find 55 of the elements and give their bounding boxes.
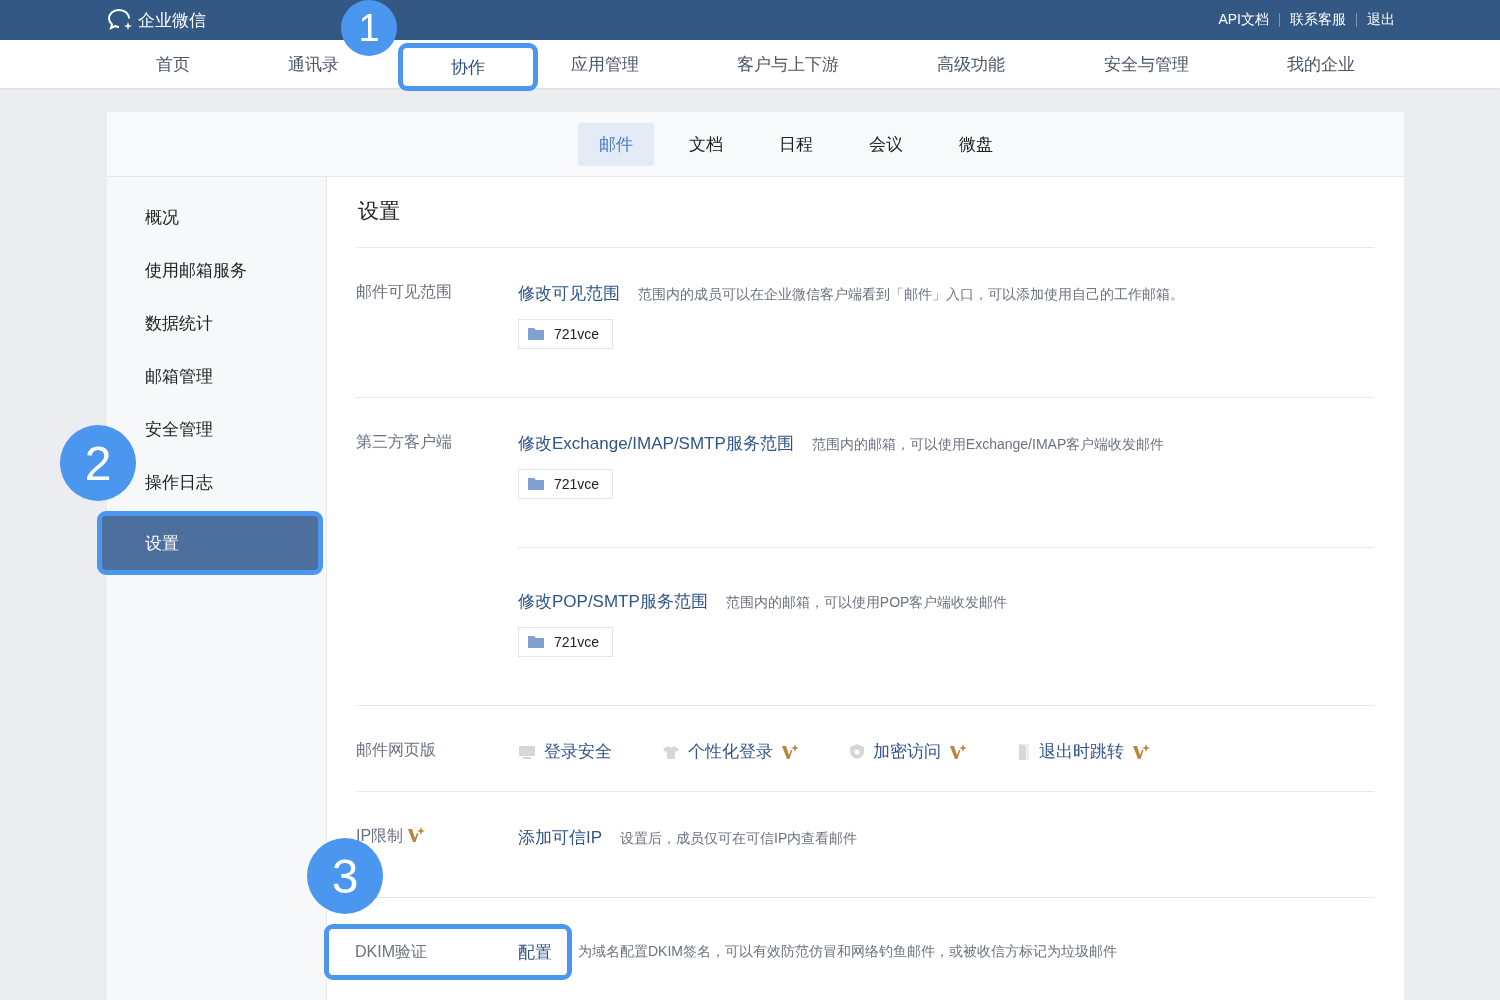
scope-chip[interactable]: 721vce [518,469,614,499]
nav-tab[interactable]: 应用管理 [571,52,639,76]
setting-description: 范围内的成员可以在企业微信客户端看到「邮件」入口，可以添加使用自己的工作邮箱。 [638,286,1184,304]
feature-link[interactable]: 退出时跳转 [1017,740,1150,763]
setting-description: 设置后，成员仅可在可信IP内查看邮件 [620,830,858,848]
setting-description: 为域名配置DKIM签名，可以有效防范仿冒和网络钓鱼邮件，或被收信方标记为垃圾邮件 [578,943,1117,961]
step-badge: 2 [60,425,136,501]
sidebar-item[interactable]: 设置 [97,511,323,575]
folder-icon [527,635,545,649]
feature-link[interactable]: 个性化登录 [662,740,799,763]
monitor-icon [518,743,536,760]
logo-text: 企业微信 [138,9,206,32]
section-label: 邮件可见范围 [356,282,452,302]
header-link[interactable]: 联系客服 [1280,11,1356,29]
scope-chip[interactable]: 721vce [518,319,614,349]
page-title: 设置 [356,177,1374,248]
feature-link[interactable]: 登录安全 [518,740,612,763]
sidebar-item[interactable]: 数据统计 [145,297,213,350]
section-label: DKIM验证 [355,941,427,962]
sub-tab[interactable]: 邮件 [577,122,654,166]
sub-tab[interactable]: 日程 [757,122,834,166]
nav-tab[interactable]: 安全与管理 [1103,52,1189,76]
nav-tab[interactable]: 协作 [398,43,538,91]
door-icon [1017,742,1031,761]
sidebar-item[interactable]: 操作日志 [145,456,213,509]
sub-tab[interactable]: 文档 [667,122,744,166]
setting-link[interactable]: 添加可信IP [518,826,603,849]
folder-icon [527,477,545,491]
nav-tab[interactable]: 首页 [156,52,190,76]
scope-chip[interactable]: 721vce [518,627,614,657]
shield-icon [849,743,865,760]
setting-link[interactable]: 配置 [518,940,552,964]
sidebar-item[interactable]: 使用邮箱服务 [145,244,247,297]
sidebar-item[interactable]: 概况 [145,191,179,244]
sub-tab[interactable]: 微盘 [937,122,1014,166]
sidebar-item[interactable]: 邮箱管理 [145,350,213,403]
nav-tab[interactable]: 通讯录 [287,52,339,76]
setting-link[interactable]: 修改POP/SMTP服务范围 [518,590,708,613]
nav-tab[interactable]: 高级功能 [937,52,1005,76]
setting-link[interactable]: 修改Exchange/IMAP/SMTP服务范围 [518,432,794,455]
section-label: 第三方客户端 [356,432,452,452]
shirt-icon [662,743,680,760]
folder-icon [527,327,545,341]
setting-description: 范围内的邮箱，可以使用POP客户端收发邮件 [725,594,1008,612]
feature-link[interactable]: 加密访问 [849,740,967,763]
sub-tab[interactable]: 会议 [847,122,924,166]
nav-tab[interactable]: 客户与上下游 [737,52,839,76]
chat-logo-icon [108,8,134,32]
setting-description: 范围内的邮箱，可以使用Exchange/IMAP客户端收发邮件 [811,436,1165,454]
nav-tab[interactable]: 我的企业 [1287,52,1355,76]
section-label: 邮件网页版 [356,740,436,760]
header-link[interactable]: API文档 [1208,11,1279,29]
sidebar-item[interactable]: 安全管理 [145,403,213,456]
header-link[interactable]: 退出 [1357,11,1405,29]
setting-link[interactable]: 修改可见范围 [518,282,620,305]
